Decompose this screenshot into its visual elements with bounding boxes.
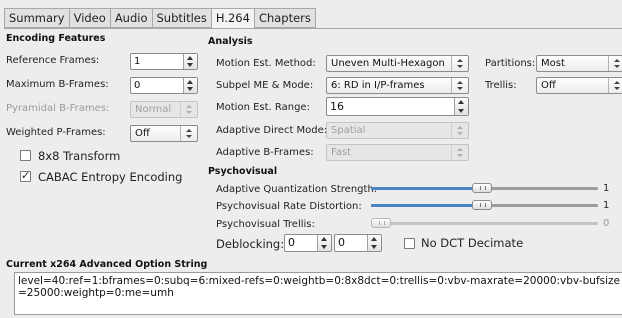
tab-h264[interactable]: H.264 (210, 8, 254, 29)
tab-subtitles[interactable]: Subtitles (151, 8, 211, 28)
motion-est-range-value: 16 (330, 100, 344, 113)
motion-est-method-select[interactable]: Uneven Multi-Hexagon (326, 55, 469, 72)
tab-panel-border (4, 28, 622, 29)
psy-rd-slider-handle[interactable] (472, 200, 493, 210)
transform-8x8-label: 8x8 Transform (38, 149, 121, 163)
combo-arrows-icon (608, 56, 622, 71)
spinner-arrows-icon[interactable] (367, 235, 381, 251)
tab-summary[interactable]: Summary (4, 8, 69, 28)
aq-strength-slider-fill (371, 187, 483, 190)
subpel-me-select[interactable]: 6: RD in I/P-frames (326, 77, 469, 94)
psy-trellis-label: Psychovisual Trellis: (216, 219, 315, 230)
subpel-me-label: Subpel ME & Mode: (216, 80, 314, 91)
transform-8x8-checkbox[interactable] (20, 150, 31, 161)
option-string-heading: Current x264 Advanced Option String (6, 259, 208, 270)
max-bframes-value: 0 (134, 80, 141, 91)
tab-chapters[interactable]: Chapters (253, 8, 316, 28)
aq-strength-value: 1 (603, 183, 610, 194)
motion-est-range-label: Motion Est. Range: (216, 102, 310, 113)
tab-audio[interactable]: Audio (109, 8, 152, 28)
reference-frames-label: Reference Frames: (6, 55, 100, 66)
psy-trellis-slider-handle[interactable] (371, 218, 391, 228)
motion-est-method-label: Motion Est. Method: (216, 58, 316, 69)
deblocking-threshold-spinner[interactable]: 0 (334, 234, 382, 252)
weighted-pframes-label: Weighted P-Frames: (6, 127, 106, 138)
trellis-label: Trellis: (485, 80, 517, 91)
trellis-select[interactable]: Off (536, 77, 622, 94)
partitions-value: Most (541, 58, 565, 69)
no-dct-decimate-label: No DCT Decimate (421, 236, 524, 250)
weighted-pframes-value: Off (135, 128, 150, 139)
psychovisual-heading: Psychovisual (208, 166, 278, 177)
trellis-value: Off (541, 80, 556, 91)
deblocking-strength-spinner[interactable]: 0 (284, 234, 332, 252)
pyramidal-bframes-select[interactable]: Normal (130, 101, 198, 118)
adaptive-direct-mode-label: Adaptive Direct Mode: (216, 125, 328, 136)
tab-video[interactable]: Video (68, 8, 110, 28)
deblocking-threshold-value: 0 (338, 236, 345, 249)
no-dct-decimate-checkbox[interactable] (404, 238, 415, 249)
motion-est-range-spinner[interactable]: 16 (326, 97, 469, 116)
weighted-pframes-select[interactable]: Off (130, 125, 198, 142)
pyramidal-bframes-label: Pyramidal B-Frames: (6, 103, 110, 114)
spinner-arrows-icon[interactable] (454, 98, 468, 115)
psy-trellis-slider[interactable] (371, 222, 598, 225)
adaptive-bframes-select[interactable]: Fast (326, 144, 469, 161)
analysis-heading: Analysis (208, 36, 253, 47)
motion-est-method-value: Uneven Multi-Hexagon (331, 58, 445, 69)
reference-frames-value: 1 (134, 56, 141, 67)
psy-rd-slider-fill (371, 204, 483, 207)
pyramidal-bframes-value: Normal (135, 104, 172, 115)
combo-arrows-icon (608, 78, 622, 93)
spinner-arrows-icon[interactable] (183, 78, 197, 93)
subpel-me-value: 6: RD in I/P-frames (331, 80, 425, 91)
spinner-arrows-icon[interactable] (183, 54, 197, 69)
adaptive-bframes-label: Adaptive B-Frames: (216, 147, 314, 158)
max-bframes-spinner[interactable]: 0 (130, 77, 198, 94)
adaptive-bframes-value: Fast (331, 147, 352, 158)
combo-arrows-icon (451, 145, 468, 160)
option-string-textarea[interactable]: level=40:ref=1:bframes=0:subq=6:mixed-re… (14, 272, 622, 315)
aq-strength-slider-handle[interactable] (472, 183, 493, 193)
combo-arrows-icon (451, 123, 468, 138)
encoding-features-heading: Encoding Features (6, 33, 106, 44)
psy-rd-value: 1 (603, 200, 610, 211)
partitions-select[interactable]: Most (536, 55, 622, 72)
deblocking-strength-value: 0 (288, 236, 295, 249)
deblocking-label: Deblocking: (216, 237, 285, 251)
max-bframes-label: Maximum B-Frames: (6, 79, 109, 90)
cabac-checkbox[interactable] (20, 169, 31, 182)
psy-trellis-value: 0 (603, 218, 610, 229)
spinner-arrows-icon[interactable] (317, 235, 331, 251)
adaptive-direct-mode-value: Spatial (331, 125, 366, 136)
combo-arrows-icon (180, 102, 197, 117)
reference-frames-spinner[interactable]: 1 (130, 53, 198, 70)
partitions-label: Partitions: (485, 58, 536, 69)
combo-arrows-icon (451, 78, 468, 93)
adaptive-direct-mode-select[interactable]: Spatial (326, 122, 469, 139)
psy-rd-label: Psychovisual Rate Distortion: (216, 201, 362, 212)
cabac-label: CABAC Entropy Encoding (38, 170, 183, 184)
tab-bar: Summary Video Audio Subtitles H.264 Chap… (4, 8, 316, 29)
aq-strength-label: Adaptive Quantization Strength: (216, 184, 378, 195)
combo-arrows-icon (451, 56, 468, 71)
combo-arrows-icon (180, 126, 197, 141)
